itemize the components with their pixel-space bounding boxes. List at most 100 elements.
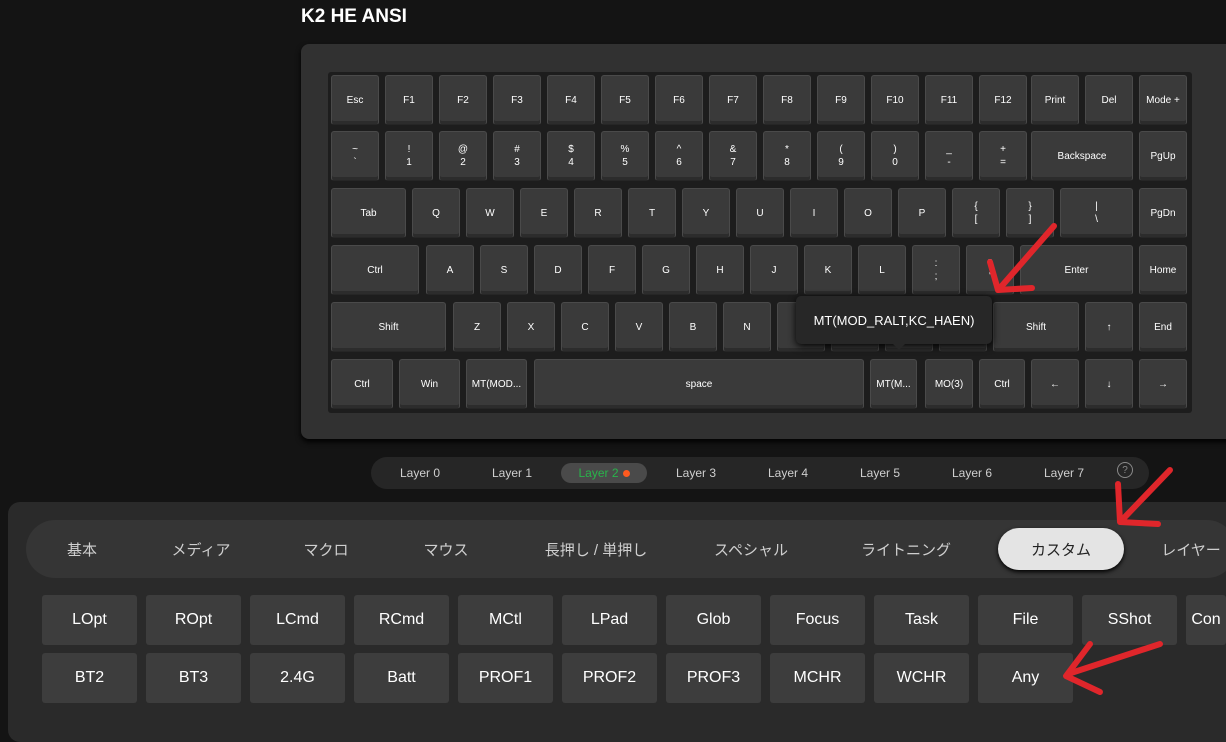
key[interactable]: Del: [1085, 75, 1133, 125]
key[interactable]: ↑: [1085, 302, 1133, 352]
key[interactable]: :;: [912, 245, 960, 295]
keycode-button[interactable]: LPad: [562, 595, 657, 645]
keycode-button[interactable]: LCmd: [250, 595, 345, 645]
keycode-button[interactable]: Glob: [666, 595, 761, 645]
keycode-button[interactable]: 2.4G: [250, 653, 345, 703]
key[interactable]: Shift: [993, 302, 1079, 352]
keycode-button[interactable]: PROF3: [666, 653, 761, 703]
key[interactable]: ) 0: [871, 131, 919, 181]
key[interactable]: F12: [979, 75, 1027, 125]
key[interactable]: F4: [547, 75, 595, 125]
keycode-button[interactable]: LOpt: [42, 595, 137, 645]
key[interactable]: Print: [1031, 75, 1079, 125]
key[interactable]: End: [1139, 302, 1187, 352]
key[interactable]: MT(M...: [870, 359, 917, 409]
key[interactable]: Y: [682, 188, 730, 238]
keycode-button[interactable]: Task: [874, 595, 969, 645]
key[interactable]: W: [466, 188, 514, 238]
key[interactable]: Home: [1139, 245, 1187, 295]
key[interactable]: G: [642, 245, 690, 295]
keycode-button[interactable]: Focus: [770, 595, 865, 645]
key[interactable]: F2: [439, 75, 487, 125]
key[interactable]: @2: [439, 131, 487, 181]
keycode-button[interactable]: MCtl: [458, 595, 553, 645]
key[interactable]: % 5: [601, 131, 649, 181]
layer-tab[interactable]: Layer 7: [1021, 463, 1107, 483]
layer-tab[interactable]: Layer 5: [837, 463, 923, 483]
key[interactable]: F9: [817, 75, 865, 125]
category-tab[interactable]: ライトニング: [846, 534, 966, 564]
key[interactable]: B: [669, 302, 717, 352]
keycode-button[interactable]: MCHR: [770, 653, 865, 703]
key[interactable]: V: [615, 302, 663, 352]
key[interactable]: Tab: [331, 188, 406, 238]
key[interactable]: R: [574, 188, 622, 238]
key[interactable]: F1: [385, 75, 433, 125]
key[interactable]: Backspace: [1031, 131, 1133, 181]
key[interactable]: #3: [493, 131, 541, 181]
key[interactable]: | \: [1060, 188, 1133, 238]
key[interactable]: J: [750, 245, 798, 295]
key[interactable]: F: [588, 245, 636, 295]
key[interactable]: Ctrl: [979, 359, 1025, 409]
keycode-button[interactable]: Con: [1186, 595, 1226, 645]
key[interactable]: Z: [453, 302, 501, 352]
key[interactable]: N: [723, 302, 771, 352]
key[interactable]: H: [696, 245, 744, 295]
category-tab[interactable]: 基本: [46, 534, 118, 564]
key[interactable]: Ctrl: [331, 359, 393, 409]
key[interactable]: D: [534, 245, 582, 295]
key[interactable]: $4: [547, 131, 595, 181]
keycode-button[interactable]: ROpt: [146, 595, 241, 645]
key[interactable]: F7: [709, 75, 757, 125]
keycode-button[interactable]: BT3: [146, 653, 241, 703]
key[interactable]: Ctrl: [331, 245, 419, 295]
category-tab[interactable]: レイヤー: [1141, 534, 1226, 564]
key[interactable]: ↓: [1085, 359, 1133, 409]
keycode-button[interactable]: Batt: [354, 653, 449, 703]
key[interactable]: F8: [763, 75, 811, 125]
key[interactable]: space: [534, 359, 864, 409]
key[interactable]: PgDn: [1139, 188, 1187, 238]
key[interactable]: Win: [399, 359, 460, 409]
key[interactable]: ~ `: [331, 131, 379, 181]
keycode-button[interactable]: WCHR: [874, 653, 969, 703]
layer-tab[interactable]: Layer 6: [929, 463, 1015, 483]
key[interactable]: K: [804, 245, 852, 295]
key[interactable]: Q: [412, 188, 460, 238]
layer-tab[interactable]: Layer 1: [469, 463, 555, 483]
key[interactable]: MO(3): [925, 359, 973, 409]
layer-tab[interactable]: Layer 4: [745, 463, 831, 483]
key[interactable]: S: [480, 245, 528, 295]
key[interactable]: Shift: [331, 302, 446, 352]
layer-tab[interactable]: Layer 0: [377, 463, 463, 483]
key[interactable]: F6: [655, 75, 703, 125]
key[interactable]: ←: [1031, 359, 1079, 409]
key[interactable]: E: [520, 188, 568, 238]
key[interactable]: P: [898, 188, 946, 238]
key[interactable]: O: [844, 188, 892, 238]
key[interactable]: PgUp: [1139, 131, 1187, 181]
key[interactable]: * 8: [763, 131, 811, 181]
key[interactable]: F3: [493, 75, 541, 125]
category-tab[interactable]: 長押し / 単押し: [526, 534, 666, 564]
key[interactable]: MT(MOD...: [466, 359, 527, 409]
key[interactable]: U: [736, 188, 784, 238]
keycode-button[interactable]: RCmd: [354, 595, 449, 645]
key[interactable]: ^ 6: [655, 131, 703, 181]
key[interactable]: →: [1139, 359, 1187, 409]
key[interactable]: F10: [871, 75, 919, 125]
category-tab[interactable]: スペシャル: [691, 534, 811, 564]
key[interactable]: F11: [925, 75, 973, 125]
layer-tab[interactable]: Layer 2: [561, 463, 647, 483]
category-tab[interactable]: マウス: [406, 534, 486, 564]
key[interactable]: + =: [979, 131, 1027, 181]
keycode-button[interactable]: PROF1: [458, 653, 553, 703]
key[interactable]: ! 1: [385, 131, 433, 181]
key[interactable]: A: [426, 245, 474, 295]
category-tab[interactable]: カスタム: [998, 528, 1124, 570]
key[interactable]: F5: [601, 75, 649, 125]
keycode-button[interactable]: PROF2: [562, 653, 657, 703]
key[interactable]: C: [561, 302, 609, 352]
layer-tab[interactable]: Layer 3: [653, 463, 739, 483]
